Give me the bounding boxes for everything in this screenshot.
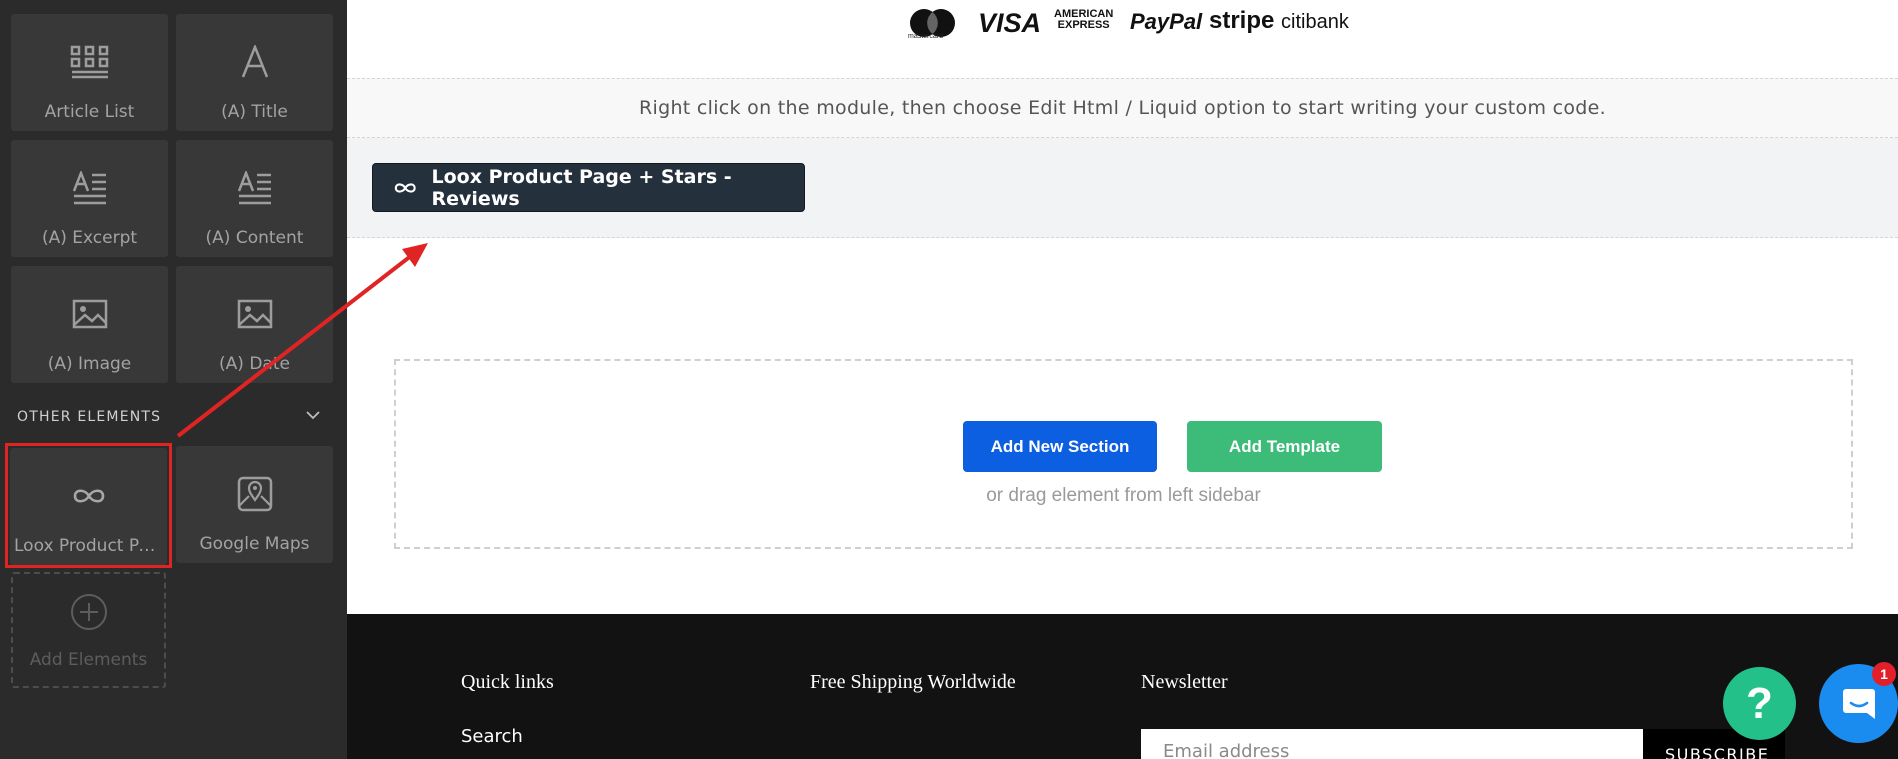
module-button-label: Loox Product Page + Stars - Reviews bbox=[431, 165, 732, 210]
custom-code-notice: Right click on the module, then choose E… bbox=[347, 78, 1898, 138]
add-new-section-button[interactable]: Add New Section bbox=[963, 421, 1157, 472]
drag-hint: or drag element from left sidebar bbox=[986, 485, 1261, 506]
notification-badge: 1 bbox=[1872, 662, 1896, 686]
element-label: (A) Content bbox=[205, 228, 304, 248]
section-dropzone[interactable]: Add New Section Add Template or drag ele… bbox=[394, 359, 1853, 549]
stripe-logo: stripe bbox=[1209, 7, 1275, 34]
mastercard-wordmark: mastercard bbox=[908, 33, 944, 40]
add-elements-label: Add Elements bbox=[29, 650, 148, 670]
element-content[interactable]: (A) Content bbox=[176, 140, 333, 257]
element-sidebar: Article List (A) Title (A) Excerpt (A) C… bbox=[0, 0, 347, 759]
element-label: (A) Title bbox=[221, 102, 288, 122]
highlight-frame bbox=[5, 443, 172, 568]
element-google-maps[interactable]: Google Maps bbox=[176, 446, 333, 563]
help-button[interactable]: ? bbox=[1723, 667, 1796, 740]
title-letter-icon bbox=[176, 40, 333, 84]
footer-search-link[interactable]: Search bbox=[461, 726, 523, 747]
element-label: (A) Image bbox=[47, 354, 132, 374]
element-label: Article List bbox=[44, 102, 135, 122]
element-label: (A) Excerpt bbox=[41, 228, 138, 248]
article-list-icon bbox=[11, 40, 168, 84]
other-elements-heading: OTHER ELEMENTS bbox=[17, 409, 162, 425]
payment-icons-row: mastercard VISA AMERICAN EXPRESS PayPal … bbox=[347, 0, 1898, 78]
paypal-logo: PayPal bbox=[1130, 9, 1203, 34]
add-circle-icon bbox=[13, 590, 164, 634]
content-text-icon bbox=[176, 166, 333, 210]
page-root: Article List (A) Title (A) Excerpt (A) C… bbox=[0, 0, 1898, 759]
visa-logo: VISA bbox=[978, 7, 1042, 38]
image-icon bbox=[11, 292, 168, 336]
module-row: Loox Product Page + Stars - Reviews bbox=[347, 138, 1898, 238]
editor-canvas: mastercard VISA AMERICAN EXPRESS PayPal … bbox=[347, 0, 1898, 759]
add-elements-button[interactable]: Add Elements bbox=[11, 572, 166, 688]
citibank-logo: citibank bbox=[1281, 10, 1349, 33]
footer-newsletter-heading: Newsletter bbox=[1141, 671, 1228, 693]
element-article-list[interactable]: Article List bbox=[11, 14, 168, 131]
footer-shipping-heading: Free Shipping Worldwide bbox=[810, 671, 1016, 693]
amex-line-2: EXPRESS bbox=[1057, 19, 1110, 31]
excerpt-text-icon bbox=[11, 166, 168, 210]
footer-quick-links-heading: Quick links bbox=[461, 671, 554, 693]
add-template-button[interactable]: Add Template bbox=[1187, 421, 1382, 472]
element-label: (A) Date bbox=[219, 354, 290, 374]
element-label: Google Maps bbox=[199, 534, 310, 554]
element-date[interactable]: (A) Date bbox=[176, 266, 333, 383]
infinity-icon bbox=[394, 182, 416, 193]
email-field[interactable]: Email address bbox=[1141, 729, 1643, 759]
chat-icon bbox=[1842, 688, 1875, 719]
loox-module-button[interactable]: Loox Product Page + Stars - Reviews bbox=[372, 163, 805, 212]
map-icon bbox=[176, 472, 333, 516]
element-excerpt[interactable]: (A) Excerpt bbox=[11, 140, 168, 257]
amex-logo: AMERICAN EXPRESS bbox=[1054, 9, 1113, 31]
notice-text: Right click on the module, then choose E… bbox=[639, 97, 1606, 119]
chevron-down-icon[interactable] bbox=[304, 406, 322, 424]
image-icon bbox=[176, 292, 333, 336]
store-footer: Quick links Free Shipping Worldwide News… bbox=[347, 614, 1898, 759]
element-title[interactable]: (A) Title bbox=[176, 14, 333, 131]
element-image[interactable]: (A) Image bbox=[11, 266, 168, 383]
